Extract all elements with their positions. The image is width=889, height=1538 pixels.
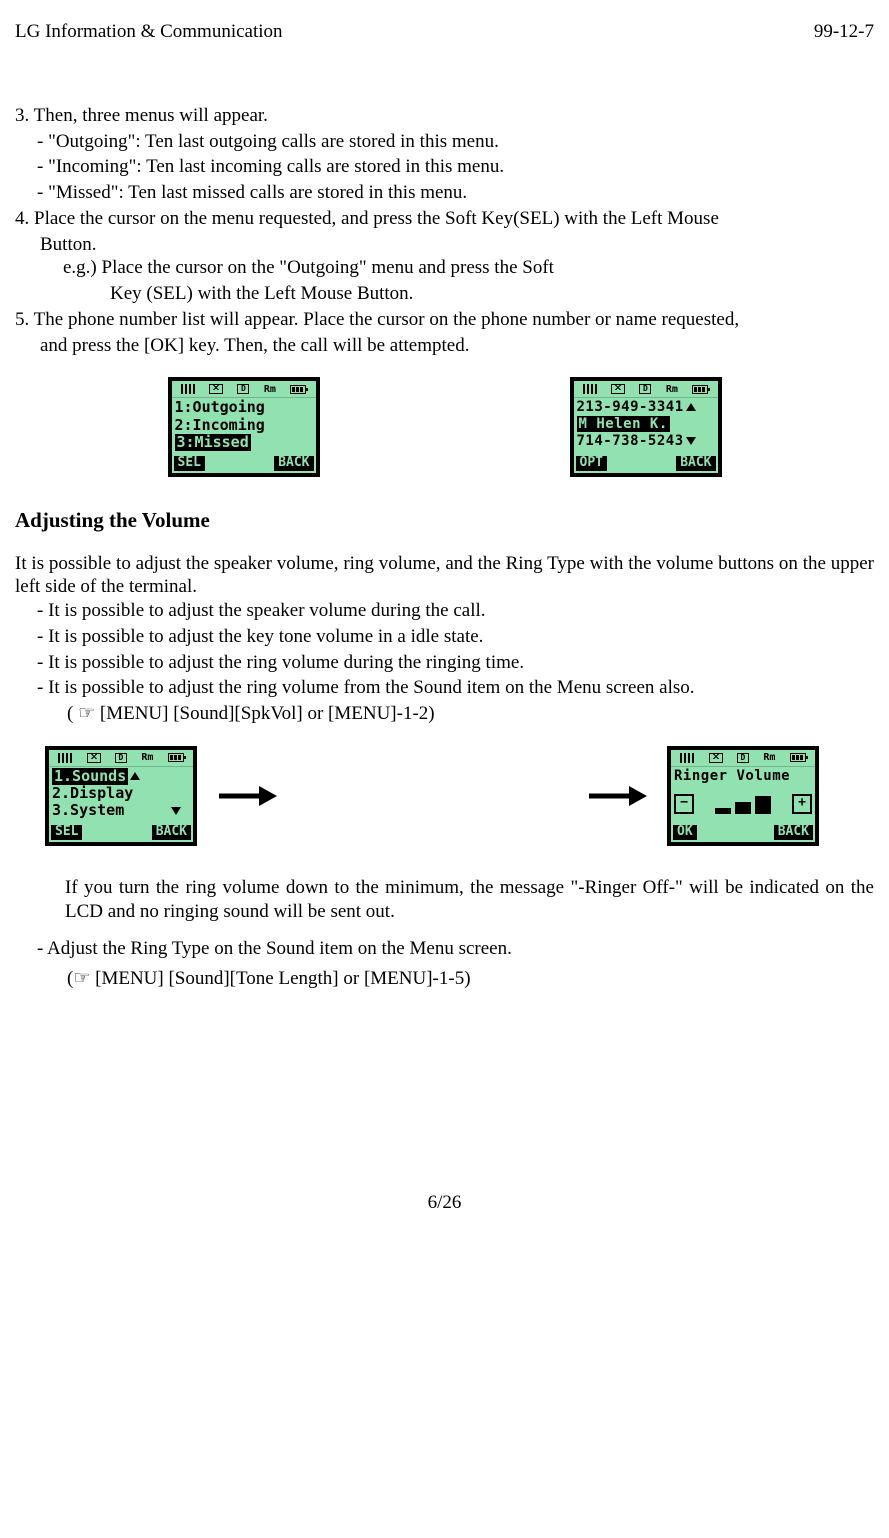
volume-bar-3 (755, 796, 771, 814)
battery-icon (168, 753, 184, 762)
lcd-screen-sounds-menu: D Rm 1.Sounds 2.Display 3.System SEL BAC… (45, 746, 197, 846)
signal-icon (58, 753, 72, 763)
softkey-opt: OPT (576, 456, 607, 471)
screen-body: 1:Outgoing 2:Incoming 3:Missed (172, 398, 316, 461)
step-4-line1: 4. Place the cursor on the menu requeste… (15, 207, 874, 231)
bullet-outgoing: - "Outgoing": Ten last outgoing calls ar… (15, 130, 874, 154)
vol-bullet-2: - It is possible to adjust the key tone … (15, 625, 874, 649)
main-content: 3. Then, three menus will appear. - "Out… (15, 104, 874, 991)
step-4-line2: Button. (15, 233, 874, 257)
softkey-sel: SEL (51, 825, 82, 840)
arrow-right-icon (217, 781, 277, 811)
menu-display: 2.Display (52, 785, 190, 802)
ring-type-ref: (☞ [MENU] [Sound][Tone Length] or [MENU]… (15, 967, 874, 991)
menu-missed-selected: 3:Missed (175, 434, 251, 451)
softkey-sel: SEL (174, 456, 205, 471)
softkey-ok: OK (673, 825, 697, 840)
rm-icon: Rm (264, 384, 276, 396)
status-bar: D Rm (671, 750, 815, 767)
ringer-volume-title: Ringer Volume (674, 768, 812, 784)
step-5-line1: 5. The phone number list will appear. Pl… (15, 308, 874, 332)
softkey-bar: OPT BACK (576, 456, 716, 471)
header-left: LG Information & Communication (15, 20, 283, 44)
softkey-bar: SEL BACK (174, 456, 314, 471)
up-arrow-icon (686, 403, 696, 411)
screenshots-row-2: D Rm 1.Sounds 2.Display 3.System SEL BAC… (15, 746, 874, 846)
header-right: 99-12-7 (814, 20, 874, 44)
lcd-screen-numbers: D Rm 213-949-3341 M Helen K. 714-738-524… (570, 377, 722, 477)
arrow-right-icon (587, 781, 647, 811)
bullet-missed: - "Missed": Ten last missed calls are st… (15, 181, 874, 205)
volume-control-row: − + (674, 784, 812, 814)
envelope-icon (709, 753, 723, 763)
d-icon: D (737, 753, 749, 763)
menu-sounds-row: 1.Sounds (52, 768, 190, 785)
screen-body: Ringer Volume − + (671, 767, 815, 815)
ring-type-bullet: - Adjust the Ring Type on the Sound item… (15, 937, 874, 961)
softkey-back: BACK (774, 825, 813, 840)
volume-bar-1 (715, 808, 731, 814)
status-bar: D Rm (172, 381, 316, 398)
down-arrow-icon (686, 437, 696, 445)
rm-icon: Rm (141, 752, 153, 764)
battery-icon (290, 385, 306, 394)
battery-icon (692, 385, 708, 394)
minus-button: − (674, 794, 694, 814)
envelope-icon (87, 753, 101, 763)
softkey-back: BACK (274, 456, 313, 471)
number-row-3: 714-738-5243 (577, 433, 715, 449)
battery-icon (790, 753, 806, 762)
volume-intro: It is possible to adjust the speaker vol… (15, 552, 874, 600)
plus-button: + (792, 794, 812, 814)
ringer-off-note: If you turn the ring volume down to the … (15, 876, 874, 924)
lcd-screen-menu: D Rm 1:Outgoing 2:Incoming 3:Missed SEL … (168, 377, 320, 477)
rm-icon: Rm (763, 752, 775, 764)
up-arrow-icon (130, 772, 140, 780)
vol-bullet-4: - It is possible to adjust the ring volu… (15, 676, 874, 700)
softkey-bar: SEL BACK (51, 825, 191, 840)
envelope-icon (611, 384, 625, 394)
softkey-bar: OK BACK (673, 825, 813, 840)
step-4-example-1: e.g.) Place the cursor on the "Outgoing"… (15, 256, 874, 280)
number-row-1: 213-949-3341 (577, 399, 715, 415)
down-arrow-icon (171, 807, 181, 815)
softkey-back: BACK (676, 456, 715, 471)
number-row-selected: M Helen K. (577, 416, 670, 432)
screen-body: 213-949-3341 M Helen K. 714-738-5243 (574, 398, 718, 461)
d-icon: D (115, 753, 127, 763)
menu-outgoing: 1:Outgoing (175, 399, 313, 416)
rm-icon: Rm (666, 384, 678, 396)
volume-bars (715, 796, 771, 814)
section-title-volume: Adjusting the Volume (15, 507, 874, 533)
d-icon: D (237, 384, 249, 394)
lcd-screen-ringer-volume: D Rm Ringer Volume − + OK BACK (667, 746, 819, 846)
bullet-incoming: - "Incoming": Ten last incoming calls ar… (15, 155, 874, 179)
volume-bar-2 (735, 802, 751, 814)
screenshots-row-1: D Rm 1:Outgoing 2:Incoming 3:Missed SEL … (15, 377, 874, 477)
softkey-back: BACK (152, 825, 191, 840)
signal-icon (181, 384, 195, 394)
step-5-line2: and press the [OK] key. Then, the call w… (15, 334, 874, 358)
step-3: 3. Then, three menus will appear. (15, 104, 874, 128)
status-bar: D Rm (574, 381, 718, 398)
page-header: LG Information & Communication 99-12-7 (15, 20, 874, 44)
vol-bullet-1: - It is possible to adjust the speaker v… (15, 599, 874, 623)
d-icon: D (639, 384, 651, 394)
menu-incoming: 2:Incoming (175, 417, 313, 434)
vol-bullet-3: - It is possible to adjust the ring volu… (15, 651, 874, 675)
screen-body: 1.Sounds 2.Display 3.System (49, 767, 193, 830)
step-4-example-2: Key (SEL) with the Left Mouse Button. (15, 282, 874, 306)
menu-system-row: 3.System (52, 802, 190, 819)
page-footer: 6/26 (15, 1191, 874, 1215)
menu-sounds-selected: 1.Sounds (52, 768, 128, 785)
signal-icon (680, 753, 694, 763)
signal-icon (583, 384, 597, 394)
vol-bullet-4-ref: ( ☞ [MENU] [Sound][SpkVol] or [MENU]-1-2… (15, 702, 874, 726)
envelope-icon (209, 384, 223, 394)
status-bar: D Rm (49, 750, 193, 767)
